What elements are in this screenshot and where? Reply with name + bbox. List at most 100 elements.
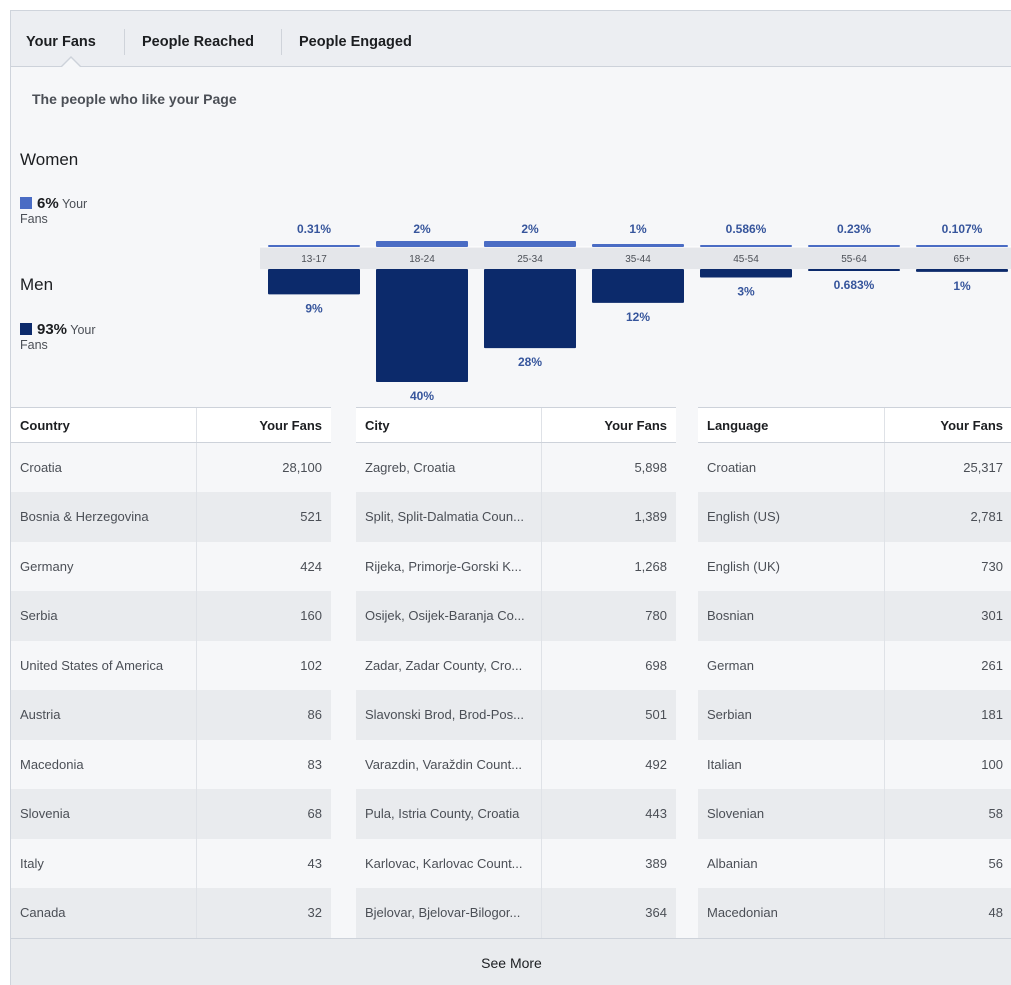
column-header-name[interactable]: Language [698, 407, 884, 443]
table-row: Slovenian 58 [698, 789, 1011, 839]
row-name-cell: Zagreb, Croatia [356, 442, 541, 492]
row-fans-cell: 698 [540, 640, 676, 690]
column-header-your-fans[interactable]: Your Fans [883, 407, 1011, 443]
age-range-label: 35-44 [625, 254, 651, 265]
row-fans-cell: 492 [540, 739, 676, 789]
see-more-button[interactable]: See More [11, 938, 1011, 985]
women-bar [808, 245, 900, 247]
men-bar [484, 269, 576, 349]
age-range-label: 55-64 [841, 254, 867, 265]
row-name-cell: Croatia [11, 442, 196, 492]
women-title: Women [20, 150, 79, 169]
men-value-label: 0.683% [834, 278, 875, 292]
column-header-name[interactable]: Country [11, 407, 196, 443]
column-header-your-fans[interactable]: Your Fans [195, 407, 331, 443]
table-row: English (US) 2,781 [698, 492, 1011, 542]
row-name-cell: Austria [11, 690, 196, 740]
row-fans-cell: 501 [540, 690, 676, 740]
table-row: Serbian 181 [698, 690, 1011, 740]
women-value-label: 0.31% [297, 222, 331, 236]
table-row: Slovenia 68 [11, 789, 331, 839]
men-value-label: 28% [518, 355, 542, 369]
table-row: Austria 86 [11, 690, 331, 740]
men-bar [916, 269, 1008, 272]
row-fans-cell: 28,100 [195, 442, 331, 492]
women-bar [484, 241, 576, 247]
age-range-label: 13-17 [301, 254, 327, 265]
row-fans-cell: 521 [195, 492, 331, 542]
column-header-your-fans[interactable]: Your Fans [540, 407, 676, 443]
women-value-label: 2% [413, 222, 431, 236]
women-value-label: 2% [521, 222, 539, 236]
table-row: Germany 424 [11, 541, 331, 591]
table-header-row: City Your Fans [356, 407, 676, 443]
men-value-label: 1% [953, 279, 971, 293]
row-name-cell: German [698, 640, 884, 690]
row-name-cell: Italian [698, 739, 884, 789]
row-name-cell: Macedonian [698, 888, 884, 938]
row-name-cell: Macedonia [11, 739, 196, 789]
table-row: Croatian 25,317 [698, 442, 1011, 492]
men-value-label: 40% [410, 389, 434, 403]
women-your-label: Your [61, 197, 88, 211]
age-range-label: 18-24 [409, 254, 435, 265]
row-fans-cell: 730 [883, 541, 1011, 591]
women-bar [700, 245, 792, 247]
table-row: Macedonia 83 [11, 739, 331, 789]
table-row: Italy 43 [11, 838, 331, 888]
women-value-label: 0.23% [837, 222, 871, 236]
row-name-cell: Slavonski Brod, Brod-Pos... [356, 690, 541, 740]
table-row: Bjelovar, Bjelovar-Bilogor... 364 [356, 888, 676, 938]
row-name-cell: United States of America [11, 640, 196, 690]
men-your-label: Your [70, 323, 96, 337]
row-fans-cell: 364 [540, 888, 676, 938]
row-fans-cell: 100 [883, 739, 1011, 789]
men-bar [808, 269, 900, 271]
fans-panel: Your Fans People Reached People Engaged … [10, 10, 1011, 985]
table-row: English (UK) 730 [698, 541, 1011, 591]
men-bar [376, 269, 468, 382]
column-header-name[interactable]: City [356, 407, 541, 443]
row-name-cell: Rijeka, Primorje-Gorski K... [356, 541, 541, 591]
row-name-cell: Slovenia [11, 789, 196, 839]
men-legend: 93% Your Fans [20, 322, 96, 353]
men-bar [268, 269, 360, 295]
row-name-cell: Split, Split-Dalmatia Coun... [356, 492, 541, 542]
men-value-label: 12% [626, 310, 650, 324]
age-range-label: 45-54 [733, 254, 759, 265]
table-row: Italian 100 [698, 739, 1011, 789]
table-row: Pula, Istria County, Croatia 443 [356, 789, 676, 839]
row-fans-cell: 1,389 [540, 492, 676, 542]
age-range-label: 65+ [954, 254, 971, 265]
row-fans-cell: 25,317 [883, 442, 1011, 492]
women-bar [592, 244, 684, 247]
row-name-cell: Bosnia & Herzegovina [11, 492, 196, 542]
women-swatch [20, 197, 32, 209]
women-bar [376, 241, 468, 247]
row-name-cell: English (UK) [698, 541, 884, 591]
table-header-row: Language Your Fans [698, 407, 1011, 443]
row-fans-cell: 389 [540, 838, 676, 888]
men-percent: 93% [37, 321, 68, 338]
women-value-label: 0.586% [726, 222, 767, 236]
men-value-label: 9% [305, 301, 323, 315]
men-title: Men [20, 275, 54, 294]
table-row: German 261 [698, 640, 1011, 690]
row-fans-cell: 424 [195, 541, 331, 591]
table-row: Croatia 28,100 [11, 442, 331, 492]
row-fans-cell: 160 [195, 591, 331, 641]
row-fans-cell: 5,898 [540, 442, 676, 492]
women-legend: 6% Your Fans [20, 196, 87, 227]
women-value-label: 1% [629, 222, 647, 236]
row-name-cell: Canada [11, 888, 196, 938]
men-bar [592, 269, 684, 303]
language-table: Language Your Fans Croatian 25,317 English (… [698, 407, 1011, 938]
row-fans-cell: 181 [883, 690, 1011, 740]
women-bar [268, 245, 360, 247]
table-row: Canada 32 [11, 888, 331, 938]
table-row: Zadar, Zadar County, Cro... 698 [356, 640, 676, 690]
row-fans-cell: 48 [883, 888, 1011, 938]
row-name-cell: Pula, Istria County, Croatia [356, 789, 541, 839]
row-fans-cell: 2,781 [883, 492, 1011, 542]
row-fans-cell: 43 [195, 838, 331, 888]
